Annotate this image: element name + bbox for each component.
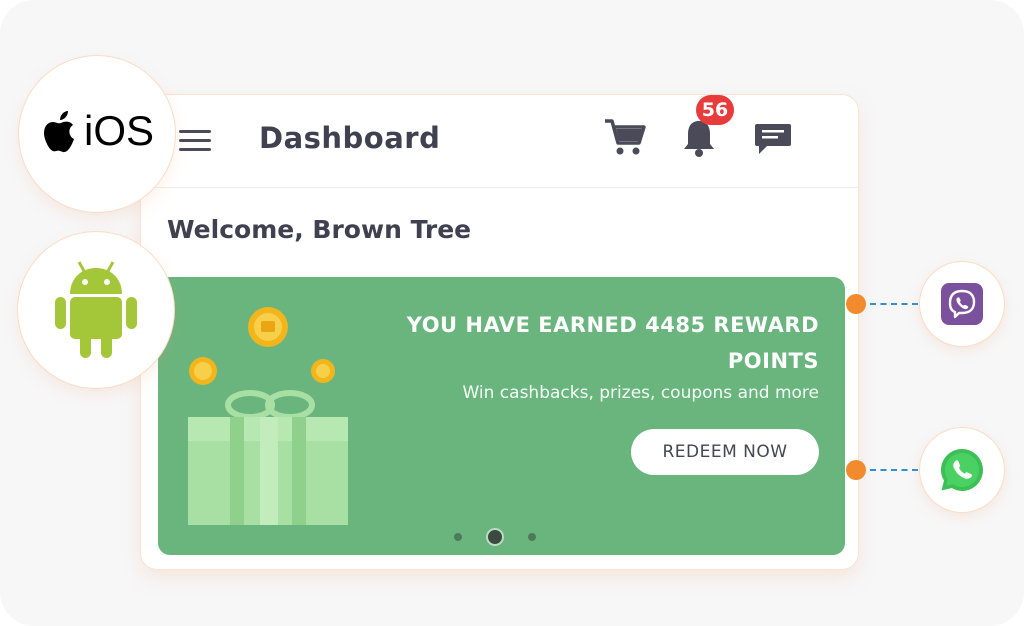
welcome-message: Welcome, Brown Tree [167, 215, 472, 244]
redeem-now-button[interactable]: REDEEM NOW [631, 429, 819, 475]
app-screen: Dashboard 56 Welcome, Brown Tree YOU HAV… [141, 95, 858, 569]
reward-subtitle: Win cashbacks, prizes, coupons and more [462, 383, 819, 403]
whatsapp-badge [920, 428, 1004, 512]
android-robot-icon [55, 261, 137, 358]
reward-banner[interactable]: YOU HAVE EARNED 4485 REWARD POINTS Win c… [158, 277, 845, 555]
connector-dot-viber [846, 294, 866, 314]
chat-bubble-icon[interactable] [753, 121, 793, 157]
carousel-dot-3[interactable] [528, 533, 536, 541]
carousel-dot-1[interactable] [454, 533, 462, 541]
connector-line-viber [870, 303, 918, 305]
viber-badge [920, 262, 1004, 346]
page-title: Dashboard [259, 121, 441, 155]
connector-dot-whatsapp [846, 460, 866, 480]
reward-headline: YOU HAVE EARNED 4485 REWARD POINTS [406, 313, 819, 373]
gift-coins-illustration [188, 307, 348, 525]
shopping-cart-icon[interactable] [603, 117, 647, 157]
apple-logo-icon [43, 111, 74, 153]
background-panel: Dashboard 56 Welcome, Brown Tree YOU HAV… [0, 0, 1024, 626]
carousel-pagination [454, 529, 554, 545]
hamburger-menu-icon[interactable] [179, 128, 211, 152]
android-platform-badge [18, 232, 174, 388]
whatsapp-icon[interactable] [938, 446, 986, 494]
ios-platform-badge: iOS [19, 56, 175, 212]
top-bar: Dashboard 56 [141, 95, 858, 188]
viber-icon[interactable] [941, 283, 983, 325]
notification-badge: 56 [696, 95, 734, 125]
carousel-dot-2[interactable] [488, 530, 502, 544]
ios-label: iOS [84, 107, 155, 154]
connector-line-whatsapp [870, 469, 918, 471]
